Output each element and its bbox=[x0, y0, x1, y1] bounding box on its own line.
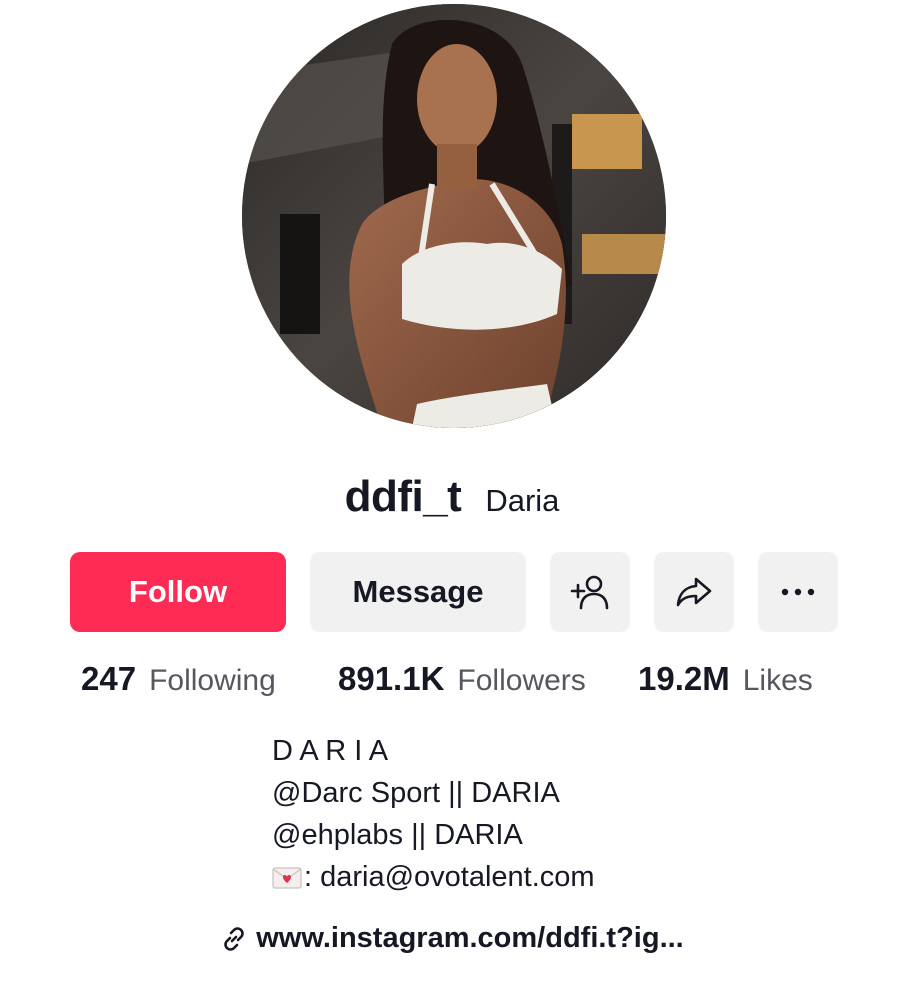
follow-button[interactable]: Follow bbox=[70, 552, 286, 632]
profile-photo bbox=[242, 4, 666, 428]
more-button[interactable] bbox=[758, 552, 838, 632]
share-button[interactable] bbox=[654, 552, 734, 632]
follow-button-label: Follow bbox=[128, 574, 228, 609]
bio-line: @ehplabs || DARIA bbox=[272, 819, 523, 851]
message-button[interactable]: Message bbox=[310, 552, 526, 632]
link-text[interactable]: www.instagram.com/ddfi.t?ig... bbox=[256, 922, 684, 955]
likes-count: 19.2M bbox=[638, 660, 730, 697]
add-friend-button[interactable] bbox=[550, 552, 630, 632]
followers-label: Followers bbox=[457, 664, 586, 697]
profile-link[interactable]: www.instagram.com/ddfi.t?ig... bbox=[0, 922, 904, 955]
share-icon bbox=[676, 577, 712, 607]
following-stat[interactable]: 247 Following bbox=[81, 660, 276, 698]
bio-email-text: : daria@ovotalent.com bbox=[304, 861, 595, 893]
likes-label: Likes bbox=[742, 664, 813, 697]
bio-email-line: : daria@ovotalent.com bbox=[272, 856, 752, 898]
username: ddfi_t bbox=[344, 472, 462, 521]
profile-avatar[interactable] bbox=[242, 4, 666, 428]
action-bar: Follow Message bbox=[0, 552, 904, 632]
followers-stat[interactable]: 891.1K Followers bbox=[338, 660, 586, 698]
nickname: Daria bbox=[485, 483, 560, 518]
profile-stats: 247 Following 891.1K Followers 19.2M Lik… bbox=[0, 660, 904, 704]
bio-line: D A R I A bbox=[272, 735, 389, 767]
more-icon bbox=[781, 588, 815, 596]
profile-names: ddfi_t Daria bbox=[0, 472, 904, 522]
add-friend-icon bbox=[570, 575, 609, 610]
profile-bio: D A R I A @Darc Sport || DARIA @ehplabs … bbox=[272, 730, 752, 898]
bio-line: @Darc Sport || DARIA bbox=[272, 777, 560, 809]
likes-stat: 19.2M Likes bbox=[638, 660, 813, 698]
following-label: Following bbox=[149, 664, 276, 697]
love-letter-icon bbox=[272, 867, 302, 889]
followers-count: 891.1K bbox=[338, 660, 445, 697]
message-button-label: Message bbox=[352, 574, 484, 609]
link-icon bbox=[224, 926, 245, 951]
following-count: 247 bbox=[81, 660, 137, 697]
